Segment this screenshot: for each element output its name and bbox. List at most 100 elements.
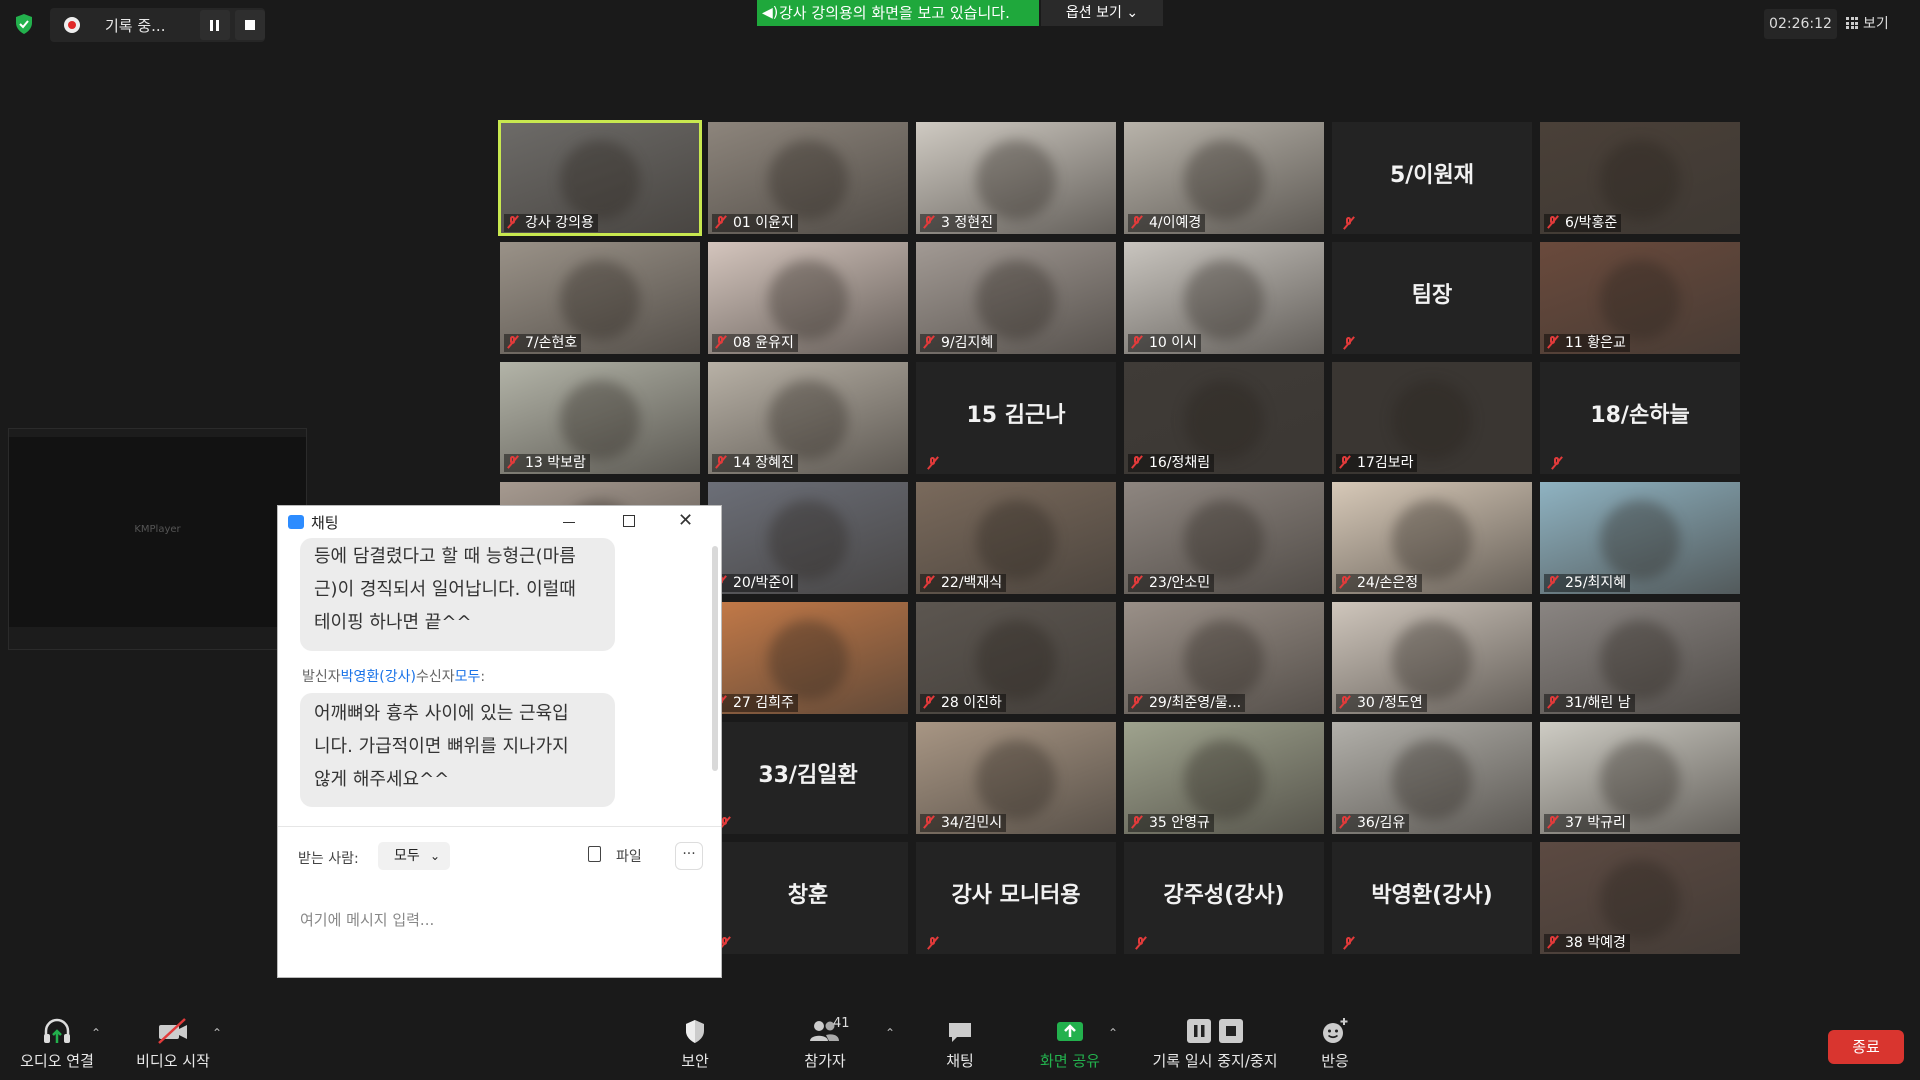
participant-tile[interactable]: 16/정채림 (1124, 362, 1324, 474)
participant-tile[interactable]: 15 김근나 (916, 362, 1116, 474)
participant-tile[interactable]: 6/박홍준 (1540, 122, 1740, 234)
participant-name-label: 30 /정도연 (1336, 694, 1427, 712)
participant-tile[interactable]: 11 황은교 (1540, 242, 1740, 354)
view-options-button[interactable]: 옵션 보기 ⌄ (1041, 0, 1163, 26)
participant-tile[interactable]: 4/이예경 (1124, 122, 1324, 234)
participant-tile[interactable]: 36/김유 (1332, 722, 1532, 834)
record-pause-stop-label: 기록 일시 중지/중지 (1152, 1052, 1278, 1070)
security-button[interactable]: 보안 (670, 1016, 720, 1071)
participant-tile[interactable]: 01 이윤지 (708, 122, 908, 234)
participant-tile[interactable]: 30 /정도연 (1332, 602, 1532, 714)
participant-name-label: 13 박보람 (504, 454, 590, 472)
participant-name: 36/김유 (1357, 815, 1406, 831)
participant-tile[interactable]: 강주성(강사) (1124, 842, 1324, 954)
participant-name-label: 3 정현진 (920, 214, 997, 232)
participant-name: 23/안소민 (1149, 575, 1211, 591)
close-icon[interactable]: ✕ (678, 510, 693, 531)
participant-tile[interactable]: 14 장혜진 (708, 362, 908, 474)
participant-tile[interactable]: 10 이시 (1124, 242, 1324, 354)
participant-tile[interactable]: 38 박예경 (1540, 842, 1740, 954)
recipient-name[interactable]: 모두 (455, 669, 481, 685)
participant-tile[interactable]: 31/해린 남 (1540, 602, 1740, 714)
security-label: 보안 (681, 1052, 709, 1070)
participant-name: 11 황은교 (1565, 335, 1626, 351)
participant-tile[interactable]: 08 윤유지 (708, 242, 908, 354)
maximize-icon[interactable] (623, 515, 635, 527)
speaker-icon: ◀) (762, 5, 779, 21)
participant-tile[interactable]: 23/안소민 (1124, 482, 1324, 594)
participant-tile[interactable]: 강사 강의용 (498, 120, 702, 236)
chat-scrollbar[interactable] (712, 546, 718, 771)
participant-tile[interactable]: 강사 모니터용 (916, 842, 1116, 954)
participant-tile[interactable]: 18/손하늘 (1540, 362, 1740, 474)
participant-tile[interactable]: 5/이원재 (1332, 122, 1532, 234)
participant-tile[interactable]: 33/김일환 (708, 722, 908, 834)
start-video-button[interactable]: 비디오 시작 (128, 1016, 218, 1071)
chat-button[interactable]: 채팅 (935, 1016, 985, 1071)
more-options-button[interactable]: ··· (675, 842, 703, 870)
grid-icon (1846, 17, 1858, 29)
participant-name: 35 안영규 (1149, 815, 1210, 831)
participants-button[interactable]: 41 참가자 (795, 1016, 855, 1071)
minimize-icon[interactable] (563, 522, 575, 523)
participant-name-label: 22/백재식 (920, 574, 1007, 592)
participant-tile[interactable]: 팀장 (1332, 242, 1532, 354)
participant-name: 24/손은정 (1357, 575, 1419, 591)
participant-name: 4/이예경 (1149, 215, 1202, 231)
participant-tile[interactable]: 13 박보람 (500, 362, 700, 474)
participant-tile[interactable]: 3 정현진 (916, 122, 1116, 234)
chat-titlebar[interactable]: 채팅 ✕ (278, 506, 721, 538)
kmplayer-window-thumbnail[interactable]: KMPlayer (8, 428, 307, 650)
participant-tile[interactable]: 7/손현호 (500, 242, 700, 354)
muted-mic-icon (922, 575, 936, 589)
participant-name-label: 24/손은정 (1336, 574, 1423, 592)
recipient-prefix: 수신자 (415, 669, 455, 685)
file-button[interactable]: 파일 (616, 846, 642, 866)
participants-caret-icon[interactable]: ⌃ (885, 1026, 895, 1040)
participant-tile[interactable]: 박영환(강사) (1332, 842, 1532, 954)
participant-name-label: 14 장혜진 (712, 454, 798, 472)
video-feed (976, 740, 1056, 820)
recipient-select[interactable]: 모두 ⌄ (378, 842, 450, 870)
participant-tile[interactable]: 22/백재식 (916, 482, 1116, 594)
participant-tile[interactable]: 37 박규리 (1540, 722, 1740, 834)
participant-name: 28 이진하 (941, 695, 1002, 711)
sender-name[interactable]: 박영환(강사) (341, 669, 416, 685)
file-icon[interactable] (588, 846, 601, 862)
chat-window[interactable]: 채팅 ✕ 등에 담결렸다고 할 때 능형근(마름 근)이 경직되서 일어납니다.… (277, 505, 722, 978)
chat-bubble-icon (949, 1023, 971, 1042)
participant-display-name: 박영환(강사) (1371, 883, 1493, 908)
participant-tile[interactable]: 25/최지혜 (1540, 482, 1740, 594)
pause-recording-button[interactable] (200, 10, 230, 40)
participant-tile[interactable]: 20/박준이 (708, 482, 908, 594)
participant-tile[interactable]: 29/최준영/물... (1124, 602, 1324, 714)
participant-tile[interactable]: 창훈 (708, 842, 908, 954)
participant-tile[interactable]: 9/김지혜 (916, 242, 1116, 354)
participant-tile[interactable]: 17김보라 (1332, 362, 1532, 474)
muted-mic-icon (714, 335, 728, 349)
end-meeting-button[interactable]: 종료 (1828, 1030, 1904, 1064)
audio-options-caret-icon[interactable]: ⌃ (91, 1026, 101, 1040)
reactions-button[interactable]: 반응 (1315, 1016, 1355, 1071)
video-options-caret-icon[interactable]: ⌃ (212, 1026, 222, 1040)
participant-tile[interactable]: 27 김희주 (708, 602, 908, 714)
video-feed (1184, 500, 1264, 580)
security-shield-icon[interactable] (12, 12, 36, 36)
participant-tile[interactable]: 24/손은정 (1332, 482, 1532, 594)
share-options-caret-icon[interactable]: ⌃ (1108, 1026, 1118, 1040)
chat-message-input[interactable] (298, 879, 702, 961)
participant-tile[interactable]: 28 이진하 (916, 602, 1116, 714)
share-screen-button[interactable]: 화면 공유 (1030, 1016, 1110, 1071)
muted-mic-icon (926, 456, 940, 470)
participant-name-label: 08 윤유지 (712, 334, 798, 352)
participant-tile[interactable]: 34/김민시 (916, 722, 1116, 834)
stop-recording-button[interactable] (235, 10, 265, 40)
record-pause-stop-button[interactable]: 기록 일시 중지/중지 (1135, 1016, 1295, 1071)
view-button[interactable]: 보기 (1846, 9, 1912, 39)
participant-tile[interactable]: 35 안영규 (1124, 722, 1324, 834)
emoji-plus-icon (1323, 1018, 1348, 1043)
video-feed (1600, 860, 1680, 940)
muted-mic-icon (1338, 815, 1352, 829)
audio-connect-button[interactable]: 오디오 연결 (12, 1016, 102, 1071)
video-feed (1600, 140, 1680, 220)
